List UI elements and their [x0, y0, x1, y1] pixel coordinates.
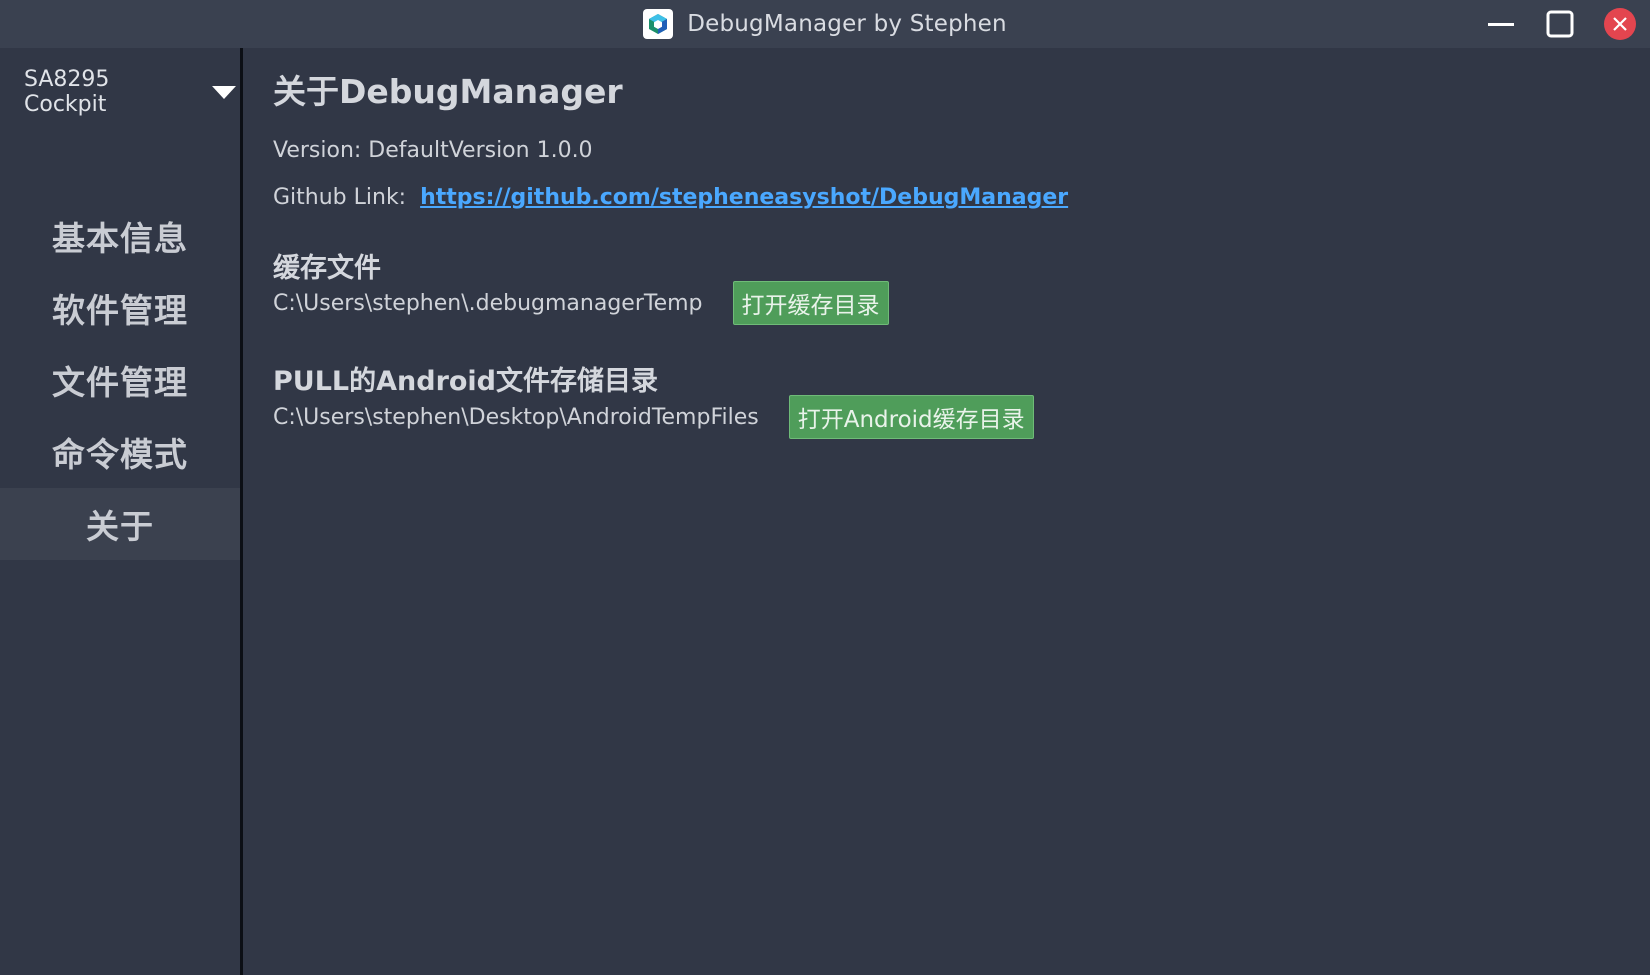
version-row: Version: DefaultVersion 1.0.0	[273, 138, 593, 163]
open-cache-dir-button[interactable]: 打开缓存目录	[732, 281, 889, 325]
cache-path-row: C:\Users\stephen\.debugmanagerTemp 打开缓存目…	[273, 280, 889, 326]
page-title: 关于DebugManager	[273, 72, 623, 111]
app-window: DebugManager by Stephen SA8295 Cockpit 基…	[0, 0, 1650, 975]
maximize-button[interactable]	[1542, 7, 1578, 41]
github-label: Github Link:	[273, 185, 407, 210]
maximize-icon	[1546, 10, 1574, 38]
sidebar: SA8295 Cockpit 基本信息 软件管理 文件管理 命令模式 关于	[0, 48, 243, 975]
sidebar-item-basic-info[interactable]: 基本信息	[0, 200, 240, 272]
sidebar-item-file-management[interactable]: 文件管理	[0, 344, 240, 416]
sidebar-item-label: 软件管理	[52, 291, 188, 330]
minimize-icon	[1488, 23, 1514, 26]
device-select[interactable]: SA8295 Cockpit	[24, 67, 236, 117]
sidebar-item-label: 关于	[86, 507, 154, 546]
github-row: Github Link: https://github.com/stephene…	[273, 185, 1068, 210]
open-android-cache-dir-button[interactable]: 打开Android缓存目录	[788, 395, 1034, 439]
sidebar-item-about[interactable]: 关于	[0, 488, 240, 560]
github-link[interactable]: https://github.com/stepheneasyshot/Debug…	[420, 185, 1068, 210]
main-content: 关于DebugManager Version: DefaultVersion 1…	[273, 48, 1633, 968]
android-path-text: C:\Users\stephen\Desktop\AndroidTempFile…	[273, 404, 759, 430]
window-title: DebugManager by Stephen	[687, 11, 1007, 37]
device-select-label: SA8295 Cockpit	[24, 67, 110, 117]
app-logo-icon	[643, 9, 674, 39]
sidebar-item-command-mode[interactable]: 命令模式	[0, 416, 240, 488]
close-icon	[1604, 8, 1636, 40]
minimize-button[interactable]	[1483, 7, 1519, 41]
sidebar-item-label: 文件管理	[52, 363, 188, 402]
sidebar-item-software-management[interactable]: 软件管理	[0, 272, 240, 344]
close-button[interactable]	[1602, 7, 1638, 41]
sidebar-item-label: 基本信息	[52, 219, 188, 258]
chevron-down-icon	[212, 85, 236, 99]
sidebar-nav: 基本信息 软件管理 文件管理 命令模式 关于	[0, 200, 240, 560]
cache-path-text: C:\Users\stephen\.debugmanagerTemp	[273, 290, 703, 316]
sidebar-item-label: 命令模式	[52, 435, 188, 474]
title-bar[interactable]: DebugManager by Stephen	[0, 0, 1650, 48]
version-text: Version: DefaultVersion 1.0.0	[273, 138, 593, 163]
title-center: DebugManager by Stephen	[0, 0, 1650, 48]
android-path-row: C:\Users\stephen\Desktop\AndroidTempFile…	[273, 393, 1034, 441]
